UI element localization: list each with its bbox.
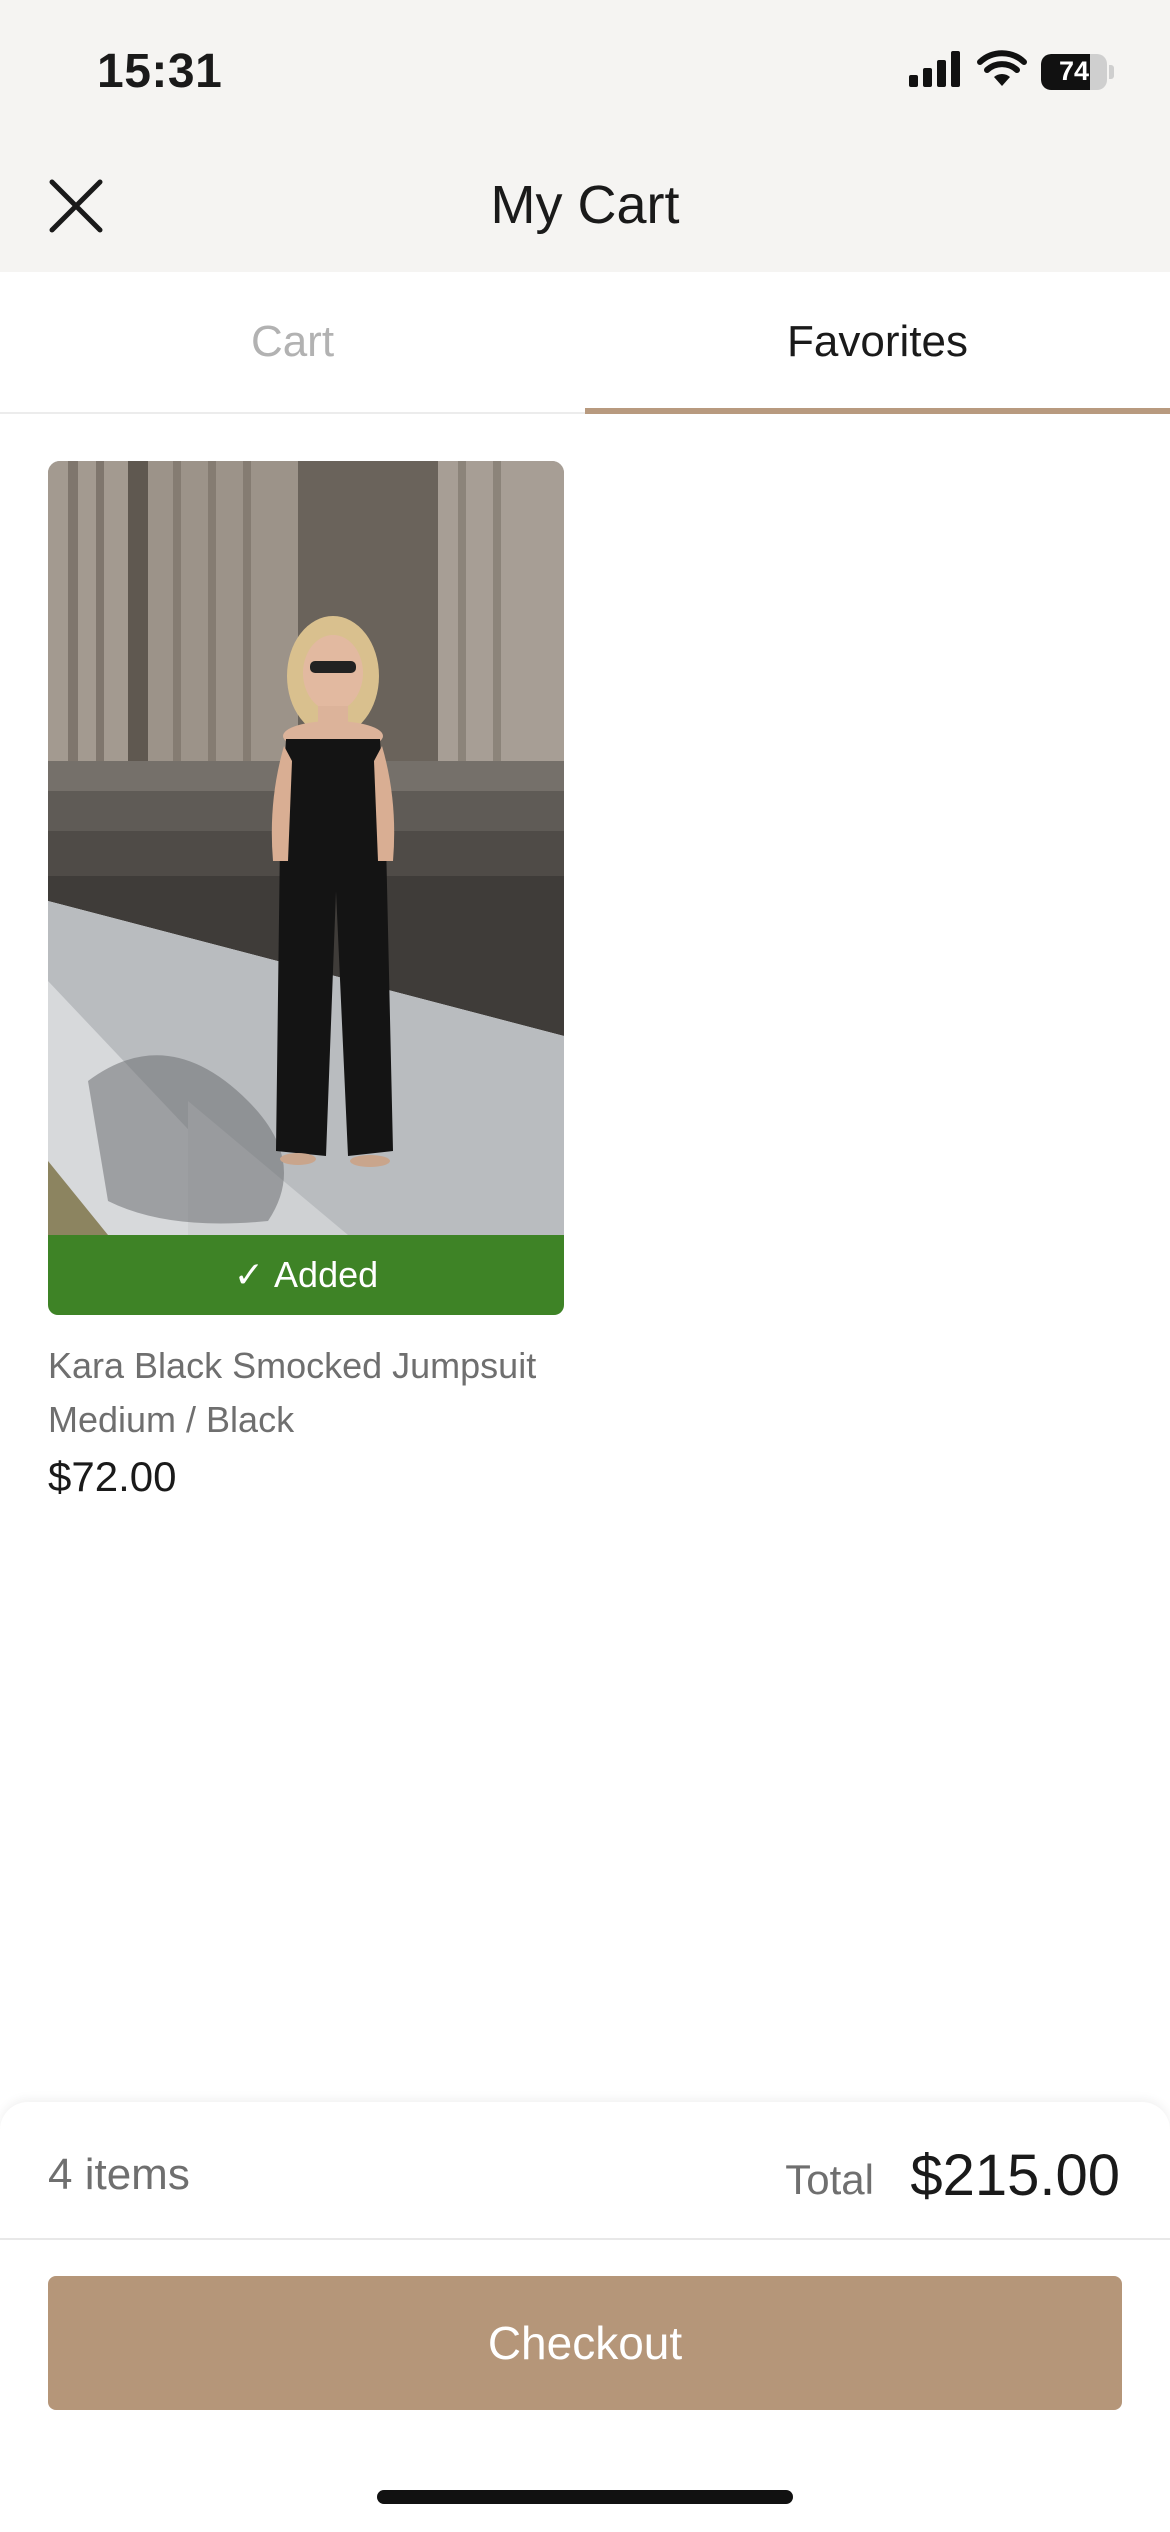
product-variant: Medium / Black <box>48 1399 295 1440</box>
status-icons: 74 <box>909 50 1114 93</box>
active-tab-indicator <box>585 408 1170 414</box>
favorite-product-card[interactable]: ✓ Added Kara Black Smocked Jumpsuit Medi… <box>48 461 564 1501</box>
tab-favorites-label: Favorites <box>787 317 968 366</box>
status-time: 15:31 <box>97 45 223 98</box>
tab-bar: Cart Favorites <box>0 272 1170 414</box>
order-summary: 4 items Total $215.00 <box>0 2102 1170 2240</box>
checkout-footer: 4 items Total $215.00 Checkout <box>0 2102 1170 2532</box>
product-name[interactable]: Kara Black Smocked Jumpsuit <box>48 1339 564 1393</box>
checkout-button[interactable]: Checkout <box>48 2276 1122 2410</box>
added-status-bar[interactable]: ✓ Added <box>48 1235 564 1315</box>
items-count: 4 items <box>48 2150 190 2199</box>
battery-icon: 74 <box>1041 53 1107 90</box>
product-price: $72.00 <box>48 1453 177 1500</box>
home-indicator[interactable] <box>377 2490 793 2504</box>
battery-percent: 74 <box>1058 56 1090 86</box>
page-title: My Cart <box>490 175 680 235</box>
product-image[interactable] <box>48 461 564 1235</box>
total-label: Total <box>785 2156 874 2203</box>
added-status-label: Added <box>274 1254 379 1295</box>
tab-cart-label: Cart <box>250 317 335 366</box>
total-value: $215.00 <box>910 2143 1120 2208</box>
tab-favorites[interactable]: Favorites <box>585 272 1170 414</box>
nav-bar: My Cart <box>0 140 1170 272</box>
status-bar: 15:31 74 <box>0 0 1170 140</box>
checkmark-icon: ✓ <box>233 1254 265 1295</box>
tab-cart[interactable]: Cart <box>0 272 585 412</box>
cellular-signal-icon <box>909 51 963 92</box>
checkout-label: Checkout <box>487 2317 683 2369</box>
wifi-icon <box>977 50 1027 93</box>
battery-cap <box>1109 64 1114 79</box>
